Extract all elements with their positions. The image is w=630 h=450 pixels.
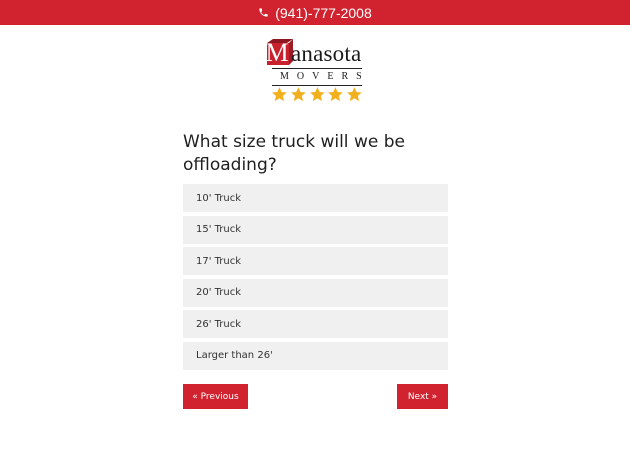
logo-divider: [272, 68, 362, 69]
option-26ft-truck[interactable]: 26' Truck: [183, 310, 448, 339]
option-17ft-truck[interactable]: 17' Truck: [183, 247, 448, 276]
phone-link[interactable]: (941)-777-2008: [258, 5, 372, 21]
next-button[interactable]: Next »: [397, 384, 448, 409]
option-20ft-truck[interactable]: 20' Truck: [183, 278, 448, 307]
rating-stars: [271, 86, 363, 104]
phone-number: (941)-777-2008: [275, 4, 372, 21]
logo-tagline: MOVERS: [280, 71, 370, 82]
logo-wordmark: anasota: [291, 41, 362, 66]
star-icon: [347, 87, 362, 102]
top-bar: (941)-777-2008: [0, 0, 630, 25]
question-title: What size truck will we be offloading?: [183, 132, 405, 175]
phone-icon: [259, 8, 268, 17]
star-icon: [328, 87, 344, 102]
option-larger-than-26ft[interactable]: Larger than 26': [183, 341, 448, 370]
star-icon: [272, 87, 287, 102]
truck-size-options: 10' Truck 15' Truck 17' Truck 20' Truck …: [183, 184, 448, 374]
previous-button[interactable]: « Previous: [183, 384, 248, 409]
star-icon: [290, 87, 306, 102]
star-icon: [309, 87, 325, 102]
option-10ft-truck[interactable]: 10' Truck: [183, 184, 448, 212]
option-15ft-truck[interactable]: 15' Truck: [183, 215, 448, 244]
logo-initial: M: [265, 38, 289, 67]
